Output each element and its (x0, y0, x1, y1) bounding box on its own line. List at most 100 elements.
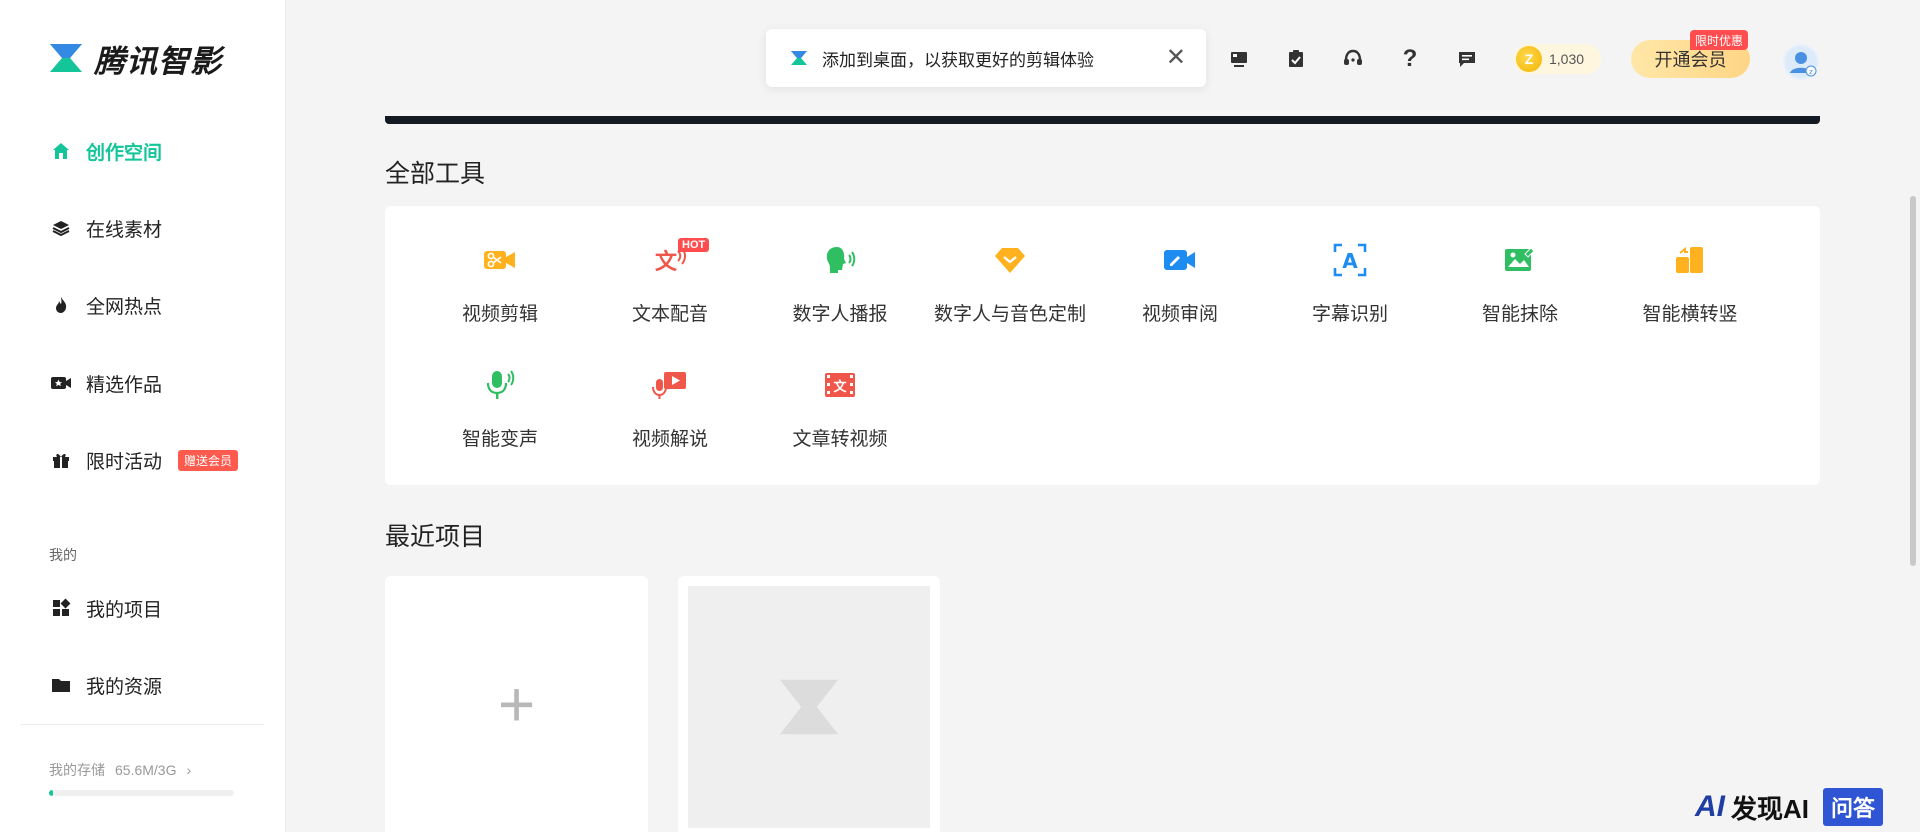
tools-section-title: 全部工具 (385, 160, 486, 188)
flame-icon (50, 294, 72, 316)
zhiying-logo-placeholder-icon (779, 679, 839, 735)
my-section-label: 我的 (49, 547, 77, 563)
text-voice-icon: 文 HOT (650, 238, 710, 278)
help-icon[interactable]: ? (1395, 44, 1425, 74)
tool-label: 视频审阅 (1141, 304, 1218, 325)
tool-label: 智能抹除 (1481, 304, 1558, 325)
zhiying-logo-icon (50, 44, 82, 72)
brand-logo[interactable]: 腾讯智影 (48, 38, 222, 79)
page-scrollbar[interactable] (1910, 196, 1916, 566)
tool-label: 文章转视频 (792, 429, 888, 450)
tool-video-edit[interactable]: 视频剪辑 (415, 226, 585, 326)
digital-human-icon (820, 242, 860, 278)
sidebar-item-label: 全网热点 (86, 296, 163, 318)
sidebar-item-my-projects[interactable]: 我的项目 (50, 592, 162, 624)
project-thumbnail (688, 586, 930, 828)
tool-label: 智能变声 (461, 429, 538, 450)
svg-text:文: 文 (833, 379, 847, 395)
watermark-qa: 问答 (1823, 788, 1884, 826)
tool-digital-human-voice-custom[interactable]: 数字人与音色定制 (925, 226, 1095, 326)
video-narration-icon (650, 367, 690, 403)
svg-text:A: A (1342, 249, 1358, 273)
recent-section-title: 最近项目 (385, 523, 486, 551)
banner-bottom-edge (385, 116, 1820, 124)
scissors-video-icon (480, 242, 520, 278)
headset-icon[interactable] (1338, 44, 1368, 74)
tool-video-narration[interactable]: 视频解说 (585, 351, 755, 451)
tool-landscape-to-portrait[interactable]: 智能横转竖 (1605, 226, 1775, 326)
tool-article-to-video[interactable]: 文 文章转视频 (755, 351, 925, 451)
new-project-card[interactable]: + (385, 576, 648, 832)
gift-icon (50, 449, 72, 471)
tool-smart-voice-change[interactable]: 智能变声 (415, 351, 585, 451)
toast-text: 添加到桌面，以获取更好的剪辑体验 (822, 50, 1094, 70)
sidebar-item-label: 精选作品 (86, 374, 163, 396)
article-to-video-icon: 文 (820, 367, 860, 403)
limited-offer-badge: 限时优惠 (1690, 30, 1749, 50)
sidebar-item-label: 我的项目 (86, 599, 163, 621)
tool-label: 文本配音 (631, 304, 708, 325)
tool-text-voiceover[interactable]: 文 HOT 文本配音 (585, 226, 755, 326)
sidebar-item-label: 限时活动 (86, 451, 163, 473)
avatar[interactable]: z (1783, 44, 1819, 80)
svg-text:文: 文 (655, 249, 678, 275)
diamond-custom-icon (990, 242, 1030, 278)
layers-icon (50, 217, 72, 239)
tool-subtitle-recognition[interactable]: A 字幕识别 (1265, 226, 1435, 326)
header-toolbar: ? (1224, 44, 1482, 74)
sidebar-item-label: 我的资源 (86, 676, 163, 698)
sidebar: 腾讯智影 创作空间 在线素材 全网热点 精选作品 限时活动 赠送会员 我的 我的… (0, 0, 286, 832)
landscape-portrait-icon (1670, 242, 1710, 278)
chevron-right-icon: › (186, 762, 192, 778)
star-video-icon (50, 372, 72, 394)
home-icon (50, 140, 72, 162)
sidebar-item-featured-works[interactable]: 精选作品 (50, 367, 162, 399)
storage-label: 我的存储 (49, 762, 105, 778)
tool-video-review[interactable]: 视频审阅 (1095, 226, 1265, 326)
plus-icon: + (497, 668, 536, 740)
coin-count: 1,030 (1549, 51, 1585, 67)
subtitle-recognition-icon: A (1330, 242, 1370, 278)
storage-progress-fill (49, 790, 53, 796)
sidebar-item-online-assets[interactable]: 在线素材 (50, 212, 162, 244)
tool-label: 字幕识别 (1311, 304, 1388, 325)
zhiying-logo-icon (791, 51, 807, 65)
sidebar-item-label: 在线素材 (86, 219, 163, 241)
watermark-text: 发现AI (1731, 793, 1810, 824)
tool-label: 视频剪辑 (461, 304, 538, 325)
tool-label: 智能横转竖 (1642, 304, 1738, 325)
smart-erase-icon (1500, 242, 1540, 278)
close-icon[interactable]: ✕ (1166, 46, 1186, 70)
folder-icon (50, 674, 72, 696)
tool-label: 视频解说 (631, 429, 708, 450)
message-icon[interactable] (1452, 44, 1482, 74)
tool-smart-erase[interactable]: 智能抹除 (1435, 226, 1605, 326)
storage-progress-bar (49, 790, 234, 796)
add-to-desktop-toast: 添加到桌面，以获取更好的剪辑体验 ✕ (766, 29, 1206, 87)
sidebar-item-creation-space[interactable]: 创作空间 (50, 135, 162, 167)
watermark-ai-logo: AI (1695, 790, 1725, 823)
brand-name: 腾讯智影 (94, 43, 222, 79)
hot-badge: HOT (678, 238, 710, 252)
desktop-icon[interactable] (1224, 44, 1254, 74)
sidebar-item-limited-activity[interactable]: 限时活动 赠送会员 (50, 444, 239, 476)
sidebar-item-hot-topics[interactable]: 全网热点 (50, 289, 162, 321)
coin-balance[interactable]: Z 1,030 (1513, 44, 1601, 74)
sidebar-divider (20, 724, 264, 725)
checklist-icon[interactable] (1281, 44, 1311, 74)
video-review-icon (1160, 242, 1200, 278)
tool-label: 数字人播报 (792, 304, 888, 325)
project-card[interactable] (678, 576, 940, 832)
sidebar-item-my-resources[interactable]: 我的资源 (50, 669, 162, 701)
coin-icon: Z (1516, 46, 1542, 72)
user-avatar-icon: z (1785, 46, 1817, 78)
svg-text:z: z (1809, 68, 1813, 76)
tool-digital-human-broadcast[interactable]: 数字人播报 (755, 226, 925, 326)
voice-change-icon (480, 367, 520, 403)
sidebar-item-label: 创作空间 (86, 142, 163, 164)
storage-value: 65.6M/3G (115, 762, 177, 778)
tool-label: 数字人与音色定制 (933, 304, 1086, 325)
grid-icon (50, 597, 72, 619)
storage-info[interactable]: 我的存储 65.6M/3G › (49, 760, 191, 780)
tools-panel: 视频剪辑 文 HOT 文本配音 数字人播报 数字人与音色定制 视频审阅 A 字幕… (385, 206, 1820, 485)
